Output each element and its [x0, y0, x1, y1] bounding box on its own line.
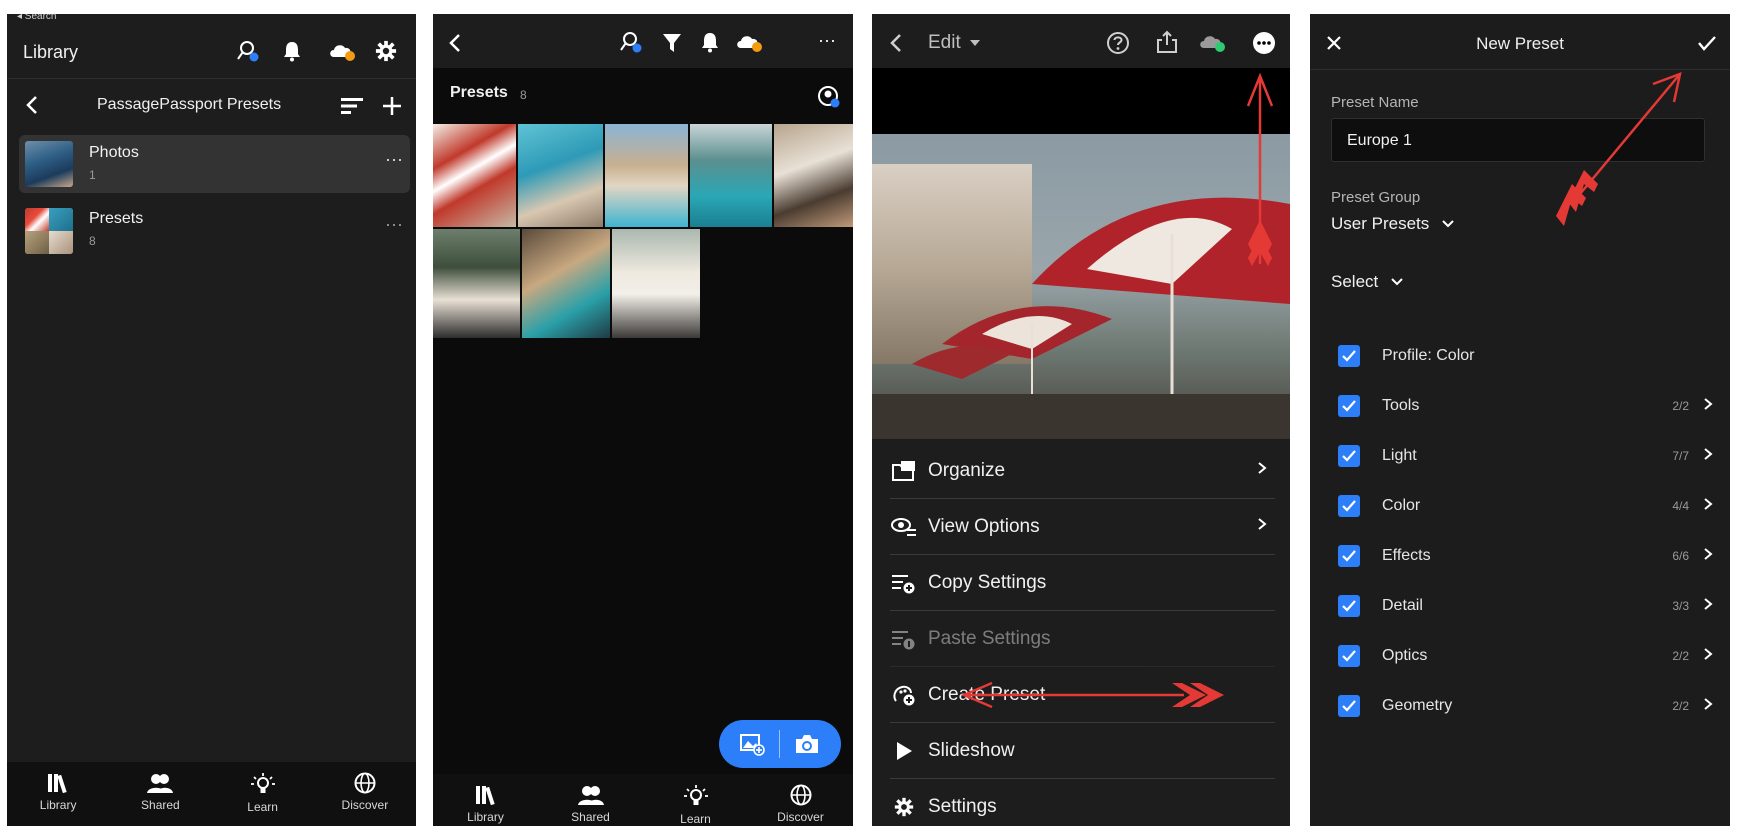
bottom-navigation: Library Shared Learn Discover: [7, 762, 416, 826]
more-options-icon[interactable]: ···: [818, 30, 836, 51]
back-arrow-icon[interactable]: [21, 92, 43, 118]
nav-label: Shared: [571, 810, 610, 824]
nav-label: Learn: [247, 800, 278, 814]
back-to-search-link[interactable]: ◂ Search: [17, 14, 56, 22]
add-photo-icon[interactable]: [737, 730, 767, 758]
album-thumbnail: [25, 141, 73, 187]
photo-thumbnail[interactable]: [518, 124, 603, 227]
photo-thumbnail[interactable]: [433, 229, 520, 338]
photo-thumbnail[interactable]: [612, 229, 700, 338]
bell-icon[interactable]: [697, 29, 723, 55]
library-icon: [475, 786, 495, 806]
more-options-icon[interactable]: ···: [385, 214, 403, 235]
album-item-label: Presets: [89, 210, 144, 227]
annotation-arrows: [1556, 72, 1682, 226]
album-thumbnail: [25, 208, 73, 254]
nav-label: Shared: [141, 798, 180, 812]
annotation-arrow-fletching-diagonal: [1556, 170, 1598, 226]
album-item-count: 1: [89, 168, 96, 182]
sort-icon[interactable]: [339, 94, 365, 118]
globe-icon: [790, 784, 811, 806]
album-item-presets[interactable]: Presets 8 ···: [19, 204, 410, 262]
nav-tab-shared[interactable]: Shared: [538, 774, 643, 826]
lightbulb-icon: [250, 773, 275, 793]
import-camera-button-group: [719, 720, 841, 768]
nav-label: Learn: [680, 812, 711, 826]
lightbulb-icon: [683, 785, 708, 805]
nav-tab-shared[interactable]: Shared: [109, 762, 211, 826]
shared-people-icon: [147, 774, 174, 793]
add-icon[interactable]: [379, 93, 405, 119]
nav-tab-library[interactable]: Library: [433, 774, 538, 826]
page-title: Library: [23, 42, 79, 62]
add-person-icon[interactable]: [816, 84, 842, 110]
gear-icon[interactable]: [373, 38, 399, 64]
photo-thumbnail[interactable]: [774, 124, 853, 227]
album-item-photos[interactable]: Photos 1 ···: [19, 135, 410, 193]
globe-icon: [354, 772, 376, 794]
camera-icon[interactable]: [791, 730, 823, 758]
nav-label: Discover: [777, 810, 824, 824]
annotation-arrow-diagonal: [1579, 72, 1682, 195]
photo-thumbnail[interactable]: [690, 124, 772, 227]
back-arrow-icon[interactable]: [445, 30, 465, 56]
album-title: PassagePassport Presets: [97, 96, 282, 113]
bell-icon[interactable]: [279, 38, 305, 64]
album-item-label: Photos: [89, 144, 139, 161]
nav-tab-learn[interactable]: Learn: [643, 774, 748, 826]
annotation-arrows: [960, 72, 1274, 709]
photo-thumbnail[interactable]: [605, 124, 688, 227]
divider: [7, 78, 416, 79]
nav-tab-learn[interactable]: Learn: [212, 762, 314, 826]
nav-tab-discover[interactable]: Discover: [314, 762, 416, 826]
nav-label: Library: [39, 798, 77, 812]
nav-label: Library: [467, 810, 504, 824]
photo-thumbnail[interactable]: [433, 124, 516, 227]
cloud-sync-icon[interactable]: [733, 29, 765, 55]
nav-label: Discover: [341, 798, 389, 812]
more-options-icon[interactable]: ···: [385, 149, 403, 170]
section-count: 8: [520, 88, 527, 102]
section-title: Presets: [450, 84, 508, 101]
shared-people-icon: [577, 786, 604, 805]
cloud-sync-icon[interactable]: [327, 38, 357, 64]
library-icon: [48, 774, 67, 794]
nav-tab-discover[interactable]: Discover: [748, 774, 853, 826]
library-screen: ◂ Search Library PassagePassport Presets…: [7, 14, 416, 826]
nav-tab-library[interactable]: Library: [7, 762, 109, 826]
new-preset-screen: New Preset Preset Name Europe 1 Preset G…: [1310, 14, 1730, 826]
album-item-count: 8: [89, 234, 96, 248]
presets-grid-screen: ··· Presets 8 Library Shared Learn Disco…: [433, 14, 853, 826]
photo-thumbnail[interactable]: [522, 229, 610, 338]
divider: [779, 730, 780, 758]
bottom-navigation: Library Shared Learn Discover: [433, 774, 853, 826]
people-search-icon[interactable]: [235, 38, 261, 64]
annotation-arrow-left: [960, 681, 1184, 709]
filter-icon[interactable]: [659, 30, 685, 56]
people-search-icon[interactable]: [618, 29, 644, 55]
edit-screen: Edit Organize View Options Copy Settings…: [872, 14, 1290, 826]
